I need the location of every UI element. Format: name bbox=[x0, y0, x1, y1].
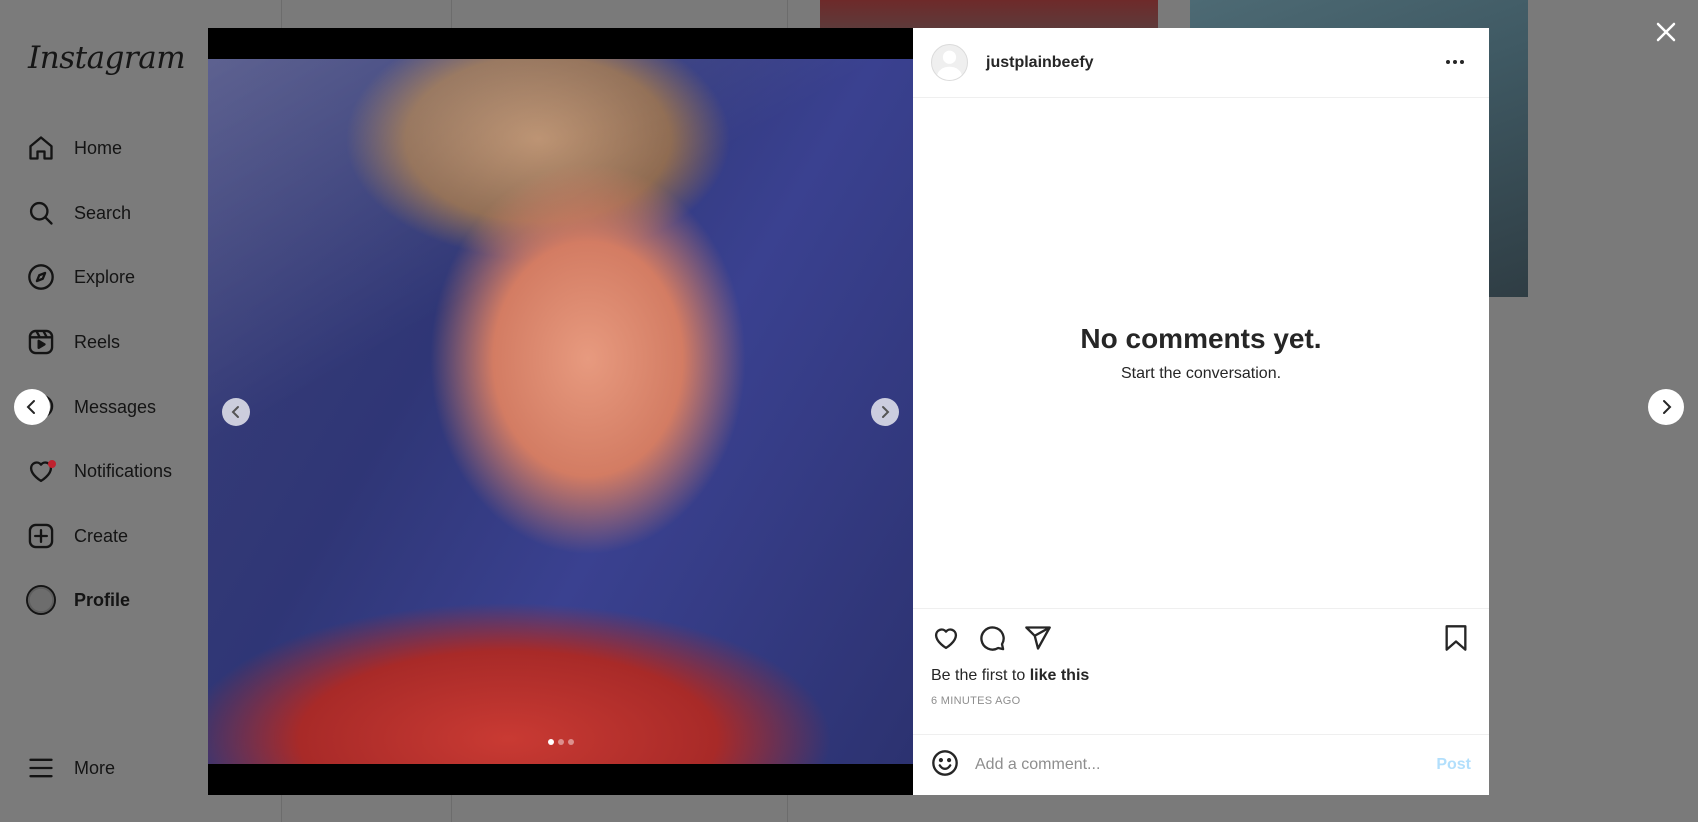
sidebar-item-search[interactable]: Search bbox=[26, 193, 131, 233]
author-avatar[interactable] bbox=[931, 44, 968, 81]
photo-light-overlay bbox=[208, 59, 913, 764]
sidebar-item-reels[interactable]: Reels bbox=[26, 322, 120, 362]
sidebar-item-profile[interactable]: Profile bbox=[26, 580, 130, 620]
bookmark-icon[interactable] bbox=[1441, 623, 1471, 653]
carousel-dot bbox=[557, 739, 564, 745]
sidebar-item-label: Create bbox=[74, 525, 129, 546]
author-username[interactable]: justplainbeefy bbox=[986, 54, 1094, 72]
comment-icon[interactable] bbox=[977, 623, 1007, 653]
post-timestamp[interactable]: 6 MINUTES AGO bbox=[931, 695, 1471, 707]
sidebar-item-label: Search bbox=[74, 202, 132, 223]
no-comments-subtitle: Start the conversation. bbox=[1120, 365, 1282, 382]
sidebar-item-label: Reels bbox=[74, 331, 121, 352]
home-icon bbox=[26, 133, 56, 163]
sidebar-item-explore[interactable]: Explore bbox=[26, 257, 135, 297]
post-header: justplainbeefy bbox=[913, 28, 1489, 98]
likes-prefix: Be the first to bbox=[931, 667, 1030, 684]
like-heart-icon[interactable] bbox=[931, 623, 961, 653]
previous-post-button[interactable] bbox=[14, 389, 50, 425]
carousel-prev-button[interactable] bbox=[222, 398, 250, 426]
next-post-button[interactable] bbox=[1648, 389, 1684, 425]
menu-icon bbox=[26, 753, 56, 783]
no-comments-title: No comments yet. bbox=[1080, 323, 1322, 354]
reels-icon bbox=[26, 327, 56, 357]
carousel-dot-active bbox=[547, 739, 554, 745]
sidebar-item-create[interactable]: Create bbox=[26, 516, 128, 556]
sidebar-item-label: Notifications bbox=[74, 460, 173, 481]
post-modal: justplainbeefy No comments yet. Start th… bbox=[208, 28, 1489, 795]
sidebar-item-notifications[interactable]: Notifications bbox=[26, 451, 172, 491]
likes-summary: Be the first to like this bbox=[931, 667, 1471, 685]
instagram-logo[interactable]: Instagram bbox=[28, 40, 186, 76]
post-actions: Be the first to like this 6 MINUTES AGO bbox=[913, 609, 1489, 735]
close-icon[interactable] bbox=[1652, 18, 1680, 46]
heart-icon bbox=[26, 456, 56, 486]
post-details-panel: justplainbeefy No comments yet. Start th… bbox=[913, 28, 1489, 795]
avatar bbox=[26, 585, 56, 615]
post-media bbox=[208, 28, 913, 795]
like-this-link[interactable]: like this bbox=[1030, 667, 1090, 684]
share-send-icon[interactable] bbox=[1023, 623, 1053, 653]
comments-area: No comments yet. Start the conversation. bbox=[913, 98, 1489, 609]
sidebar-item-label: Profile bbox=[74, 589, 131, 610]
sidebar-item-label: Explore bbox=[74, 266, 136, 287]
more-options-icon[interactable] bbox=[1443, 52, 1467, 72]
comment-input[interactable] bbox=[975, 756, 1437, 774]
carousel-indicator bbox=[208, 739, 913, 745]
plus-square-icon bbox=[26, 521, 56, 551]
notification-dot bbox=[48, 460, 56, 468]
carousel-next-button[interactable] bbox=[871, 398, 899, 426]
sidebar-item-label: Home bbox=[74, 137, 123, 158]
emoji-icon[interactable] bbox=[931, 749, 959, 782]
post-photo[interactable] bbox=[208, 59, 913, 764]
search-icon bbox=[26, 198, 56, 228]
sidebar-item-label: More bbox=[74, 757, 116, 778]
sidebar-item-label: Messages bbox=[74, 396, 157, 417]
carousel-dot bbox=[567, 739, 574, 745]
sidebar-item-home[interactable]: Home bbox=[26, 128, 122, 168]
sidebar-item-more[interactable]: More bbox=[26, 748, 115, 788]
compass-icon bbox=[26, 262, 56, 292]
comment-composer: Post bbox=[913, 735, 1489, 795]
post-comment-button[interactable]: Post bbox=[1436, 756, 1471, 774]
